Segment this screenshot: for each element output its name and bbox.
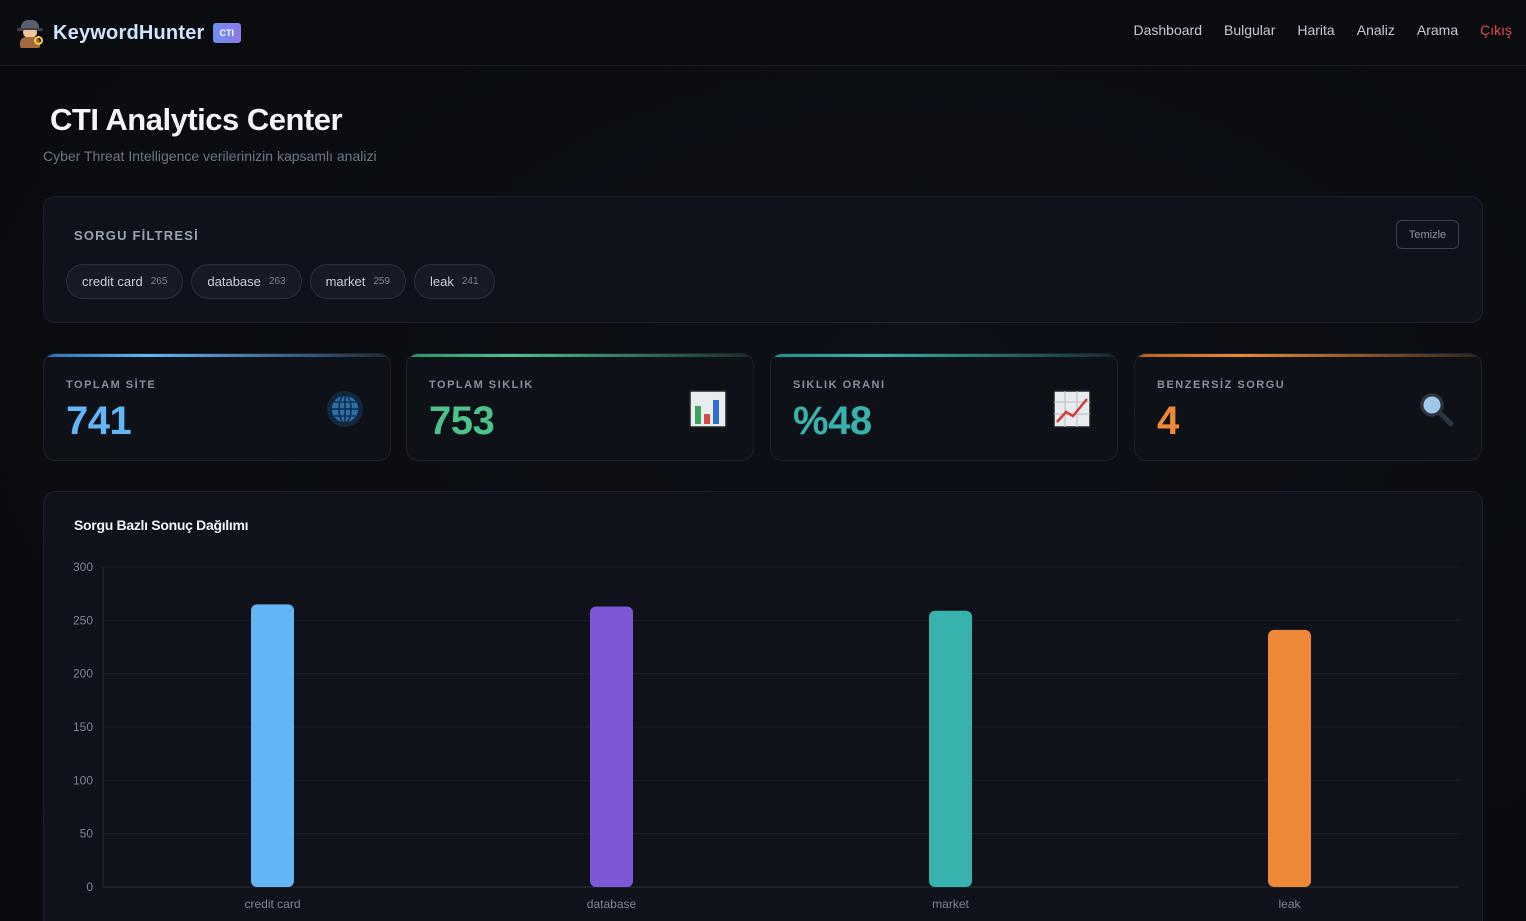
stat-card-frequency-rate: SIKLIK ORANI %48 bbox=[770, 353, 1118, 461]
y-tick-label: 0 bbox=[86, 880, 93, 894]
nav-link-arama[interactable]: Arama bbox=[1417, 22, 1458, 38]
filter-chip-credit-card[interactable]: credit card 265 bbox=[66, 264, 184, 299]
stat-value: 4 bbox=[1157, 399, 1179, 443]
filter-chips: credit card 265 database 263 market 259 … bbox=[66, 264, 495, 299]
magnifier-icon bbox=[1420, 393, 1454, 427]
y-tick-label: 50 bbox=[80, 827, 94, 841]
nav-link-logout[interactable]: Çıkış bbox=[1480, 22, 1512, 38]
bar-chart-icon bbox=[689, 390, 727, 428]
chip-count: 241 bbox=[461, 276, 479, 287]
chip-label: database bbox=[207, 274, 261, 289]
nav-link-dashboard[interactable]: Dashboard bbox=[1134, 22, 1203, 38]
filter-title: SORGU FİLTRESİ bbox=[74, 228, 199, 243]
bar-market[interactable] bbox=[929, 610, 972, 887]
page-title: CTI Analytics Center bbox=[50, 102, 343, 137]
accent-bar bbox=[771, 354, 1117, 357]
y-tick-label: 300 bbox=[73, 560, 93, 574]
stat-label: TOPLAM SIKLIK bbox=[429, 379, 534, 391]
brand[interactable]: KeywordHunter CTI bbox=[16, 16, 242, 50]
chip-count: 263 bbox=[268, 276, 286, 287]
accent-bar bbox=[44, 354, 390, 357]
detective-logo-icon bbox=[16, 18, 44, 48]
page-subtitle: Cyber Threat Intelligence verilerinizin … bbox=[43, 148, 377, 164]
nav-menu: Dashboard Bulgular Harita Analiz Arama Ç… bbox=[1134, 22, 1513, 38]
x-tick-label: market bbox=[932, 897, 969, 911]
stat-value: %48 bbox=[793, 399, 872, 443]
stat-card-total-frequency: TOPLAM SIKLIK 753 bbox=[406, 353, 754, 461]
stat-value: 741 bbox=[66, 399, 132, 443]
filter-chip-leak[interactable]: leak 241 bbox=[414, 264, 495, 299]
clear-filter-button[interactable]: Temizle bbox=[1396, 220, 1459, 249]
nav-link-bulgular[interactable]: Bulgular bbox=[1224, 22, 1275, 38]
trend-chart-icon bbox=[1053, 390, 1091, 428]
y-tick-label: 250 bbox=[73, 613, 93, 627]
filter-chip-database[interactable]: database 263 bbox=[191, 264, 302, 299]
bar-database[interactable] bbox=[590, 606, 633, 887]
y-tick-label: 200 bbox=[73, 667, 93, 681]
stat-label: BENZERSİZ SORGU bbox=[1157, 379, 1286, 391]
x-tick-label: leak bbox=[1278, 897, 1301, 911]
accent-bar bbox=[407, 354, 753, 357]
brand-badge: CTI bbox=[212, 23, 242, 43]
bar-credit-card[interactable] bbox=[251, 604, 294, 887]
accent-bar bbox=[1135, 354, 1481, 357]
nav-link-analiz[interactable]: Analiz bbox=[1357, 22, 1395, 38]
globe-icon bbox=[327, 391, 363, 427]
top-navbar: KeywordHunter CTI Dashboard Bulgular Har… bbox=[0, 0, 1526, 66]
stat-label: TOPLAM SİTE bbox=[66, 379, 157, 391]
query-filter-panel: SORGU FİLTRESİ Temizle credit card 265 d… bbox=[43, 196, 1483, 323]
chip-count: 259 bbox=[373, 276, 390, 287]
stat-card-unique-queries: BENZERSİZ SORGU 4 bbox=[1134, 353, 1482, 461]
x-tick-label: credit card bbox=[244, 897, 300, 911]
chip-label: market bbox=[325, 274, 366, 289]
stat-value: 753 bbox=[429, 399, 495, 443]
chip-label: leak bbox=[430, 274, 454, 289]
chip-label: credit card bbox=[82, 274, 143, 289]
bar-chart: 0 50 100 150 200 250 300 credit card database mar… bbox=[73, 560, 1459, 911]
y-tick-label: 150 bbox=[73, 720, 93, 734]
x-tick-label: database bbox=[587, 897, 637, 911]
query-distribution-chart-card: Sorgu Bazlı Sonuç Dağılımı 0 50 100 150 200 2… bbox=[43, 491, 1483, 921]
nav-link-harita[interactable]: Harita bbox=[1297, 22, 1334, 38]
stat-card-total-sites: TOPLAM SİTE 741 bbox=[43, 353, 391, 461]
stat-label: SIKLIK ORANI bbox=[793, 379, 886, 391]
chip-count: 265 bbox=[150, 276, 168, 287]
bar-leak[interactable] bbox=[1268, 629, 1311, 887]
filter-chip-market[interactable]: market 259 bbox=[309, 264, 406, 299]
y-tick-label: 100 bbox=[73, 773, 93, 787]
brand-name: KeywordHunter bbox=[53, 21, 205, 44]
